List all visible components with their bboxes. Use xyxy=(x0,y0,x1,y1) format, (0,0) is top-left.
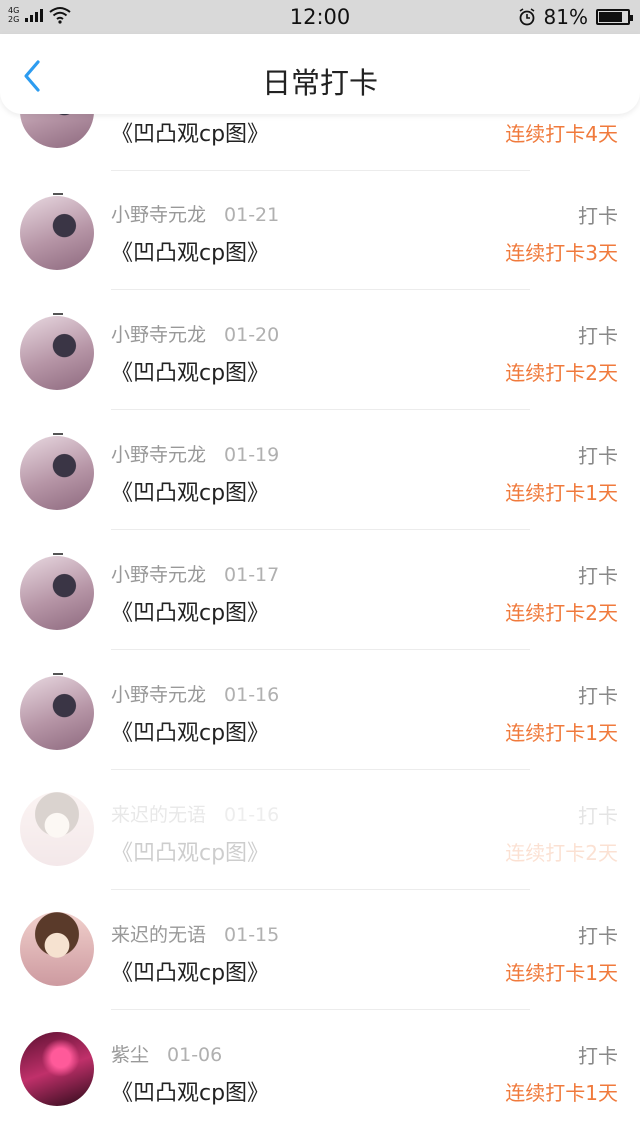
checkin-date: 01-06 xyxy=(167,1044,223,1066)
battery-icon xyxy=(596,9,633,25)
streak-text: 连续打卡2天 xyxy=(505,841,618,865)
list-item[interactable]: 来迟的无语 01-15 《凹凸观cp图》 打卡 连续打卡1天 xyxy=(0,890,640,1010)
checkin-label: 打卡 xyxy=(578,204,618,228)
checkin-date: 01-20 xyxy=(224,324,280,346)
list-item[interactable]: 来迟的无语 01-16 《凹凸观cp图》 打卡 连续打卡2天 xyxy=(0,770,640,890)
alarm-icon xyxy=(519,8,534,26)
avatar[interactable] xyxy=(20,556,94,630)
checkin-date: 01-17 xyxy=(224,564,280,586)
item-title: 《凹凸观cp图》 xyxy=(111,601,270,626)
streak-text: 连续打卡4天 xyxy=(505,122,618,146)
avatar[interactable] xyxy=(20,196,94,270)
user-name[interactable]: 小野寺元龙 xyxy=(111,684,206,706)
list-item[interactable]: 小野寺元龙 01-21 《凹凸观cp图》 打卡 连续打卡3天 xyxy=(0,170,640,290)
checkin-date: 01-15 xyxy=(224,924,280,946)
checkin-label: 打卡 xyxy=(578,324,618,348)
item-title: 《凹凸观cp图》 xyxy=(111,1081,270,1106)
checkin-list: 《凹凸观cp图》 连续打卡4天 小野寺元龙 01-21 《凹凸观cp图》 打卡 连… xyxy=(0,114,640,1138)
checkin-label: 打卡 xyxy=(578,444,618,468)
list-item[interactable]: 紫尘 01-06 《凹凸观cp图》 打卡 连续打卡1天 xyxy=(0,1010,640,1130)
user-name[interactable]: 小野寺元龙 xyxy=(111,204,206,226)
list-item[interactable]: 小野寺元龙 01-20 《凹凸观cp图》 打卡 连续打卡2天 xyxy=(0,290,640,410)
checkin-date: 01-16 xyxy=(224,684,280,706)
avatar[interactable] xyxy=(20,114,94,148)
checkin-label: 打卡 xyxy=(578,684,618,708)
streak-text: 连续打卡1天 xyxy=(505,1081,618,1105)
streak-text: 连续打卡1天 xyxy=(505,961,618,985)
streak-text: 连续打卡1天 xyxy=(505,481,618,505)
user-name[interactable]: 来迟的无语 xyxy=(111,804,206,826)
item-title: 《凹凸观cp图》 xyxy=(111,241,270,266)
user-name[interactable]: 小野寺元龙 xyxy=(111,444,206,466)
item-title: 《凹凸观cp图》 xyxy=(111,841,270,866)
streak-text: 连续打卡3天 xyxy=(505,241,618,265)
user-name[interactable]: 紫尘 xyxy=(111,1044,149,1066)
checkin-date: 01-19 xyxy=(224,444,280,466)
page-title: 日常打卡 xyxy=(261,66,378,100)
nav-bar: 日常打卡 xyxy=(0,34,640,114)
item-title: 《凹凸观cp图》 xyxy=(111,481,270,506)
user-name[interactable]: 小野寺元龙 xyxy=(111,564,206,586)
streak-text: 连续打卡2天 xyxy=(505,361,618,385)
item-title: 《凹凸观cp图》 xyxy=(111,961,270,986)
avatar[interactable] xyxy=(20,316,94,390)
avatar[interactable] xyxy=(20,792,94,866)
streak-text: 连续打卡2天 xyxy=(505,601,618,625)
item-title: 《凹凸观cp图》 xyxy=(111,122,270,147)
checkin-date: 01-21 xyxy=(224,204,280,226)
avatar[interactable] xyxy=(20,912,94,986)
list-item[interactable]: 小野寺元龙 01-19 《凹凸观cp图》 打卡 连续打卡1天 xyxy=(0,410,640,530)
checkin-label: 打卡 xyxy=(578,924,618,948)
avatar[interactable] xyxy=(20,436,94,510)
checkin-label: 打卡 xyxy=(578,564,618,588)
status-bar: 4G 2G 12:00 81% xyxy=(0,0,640,34)
streak-text: 连续打卡1天 xyxy=(505,721,618,745)
user-name[interactable]: 小野寺元龙 xyxy=(111,324,206,346)
battery-fill xyxy=(599,12,622,22)
list-item[interactable]: 小野寺元龙 01-17 《凹凸观cp图》 打卡 连续打卡2天 xyxy=(0,530,640,650)
list-item[interactable]: 小野寺元龙 01-16 《凹凸观cp图》 打卡 连续打卡1天 xyxy=(0,650,640,770)
status-right: 81% xyxy=(518,5,633,29)
checkin-label: 打卡 xyxy=(578,1044,618,1068)
avatar[interactable] xyxy=(20,1032,94,1106)
item-title: 《凹凸观cp图》 xyxy=(111,361,270,386)
user-name[interactable]: 来迟的无语 xyxy=(111,924,206,946)
avatar[interactable] xyxy=(20,676,94,750)
battery-percent: 81% xyxy=(543,5,588,29)
list-item[interactable]: 《凹凸观cp图》 连续打卡4天 xyxy=(0,114,640,170)
item-title: 《凹凸观cp图》 xyxy=(111,721,270,746)
checkin-label: 打卡 xyxy=(578,804,618,828)
checkin-date: 01-16 xyxy=(224,804,280,826)
